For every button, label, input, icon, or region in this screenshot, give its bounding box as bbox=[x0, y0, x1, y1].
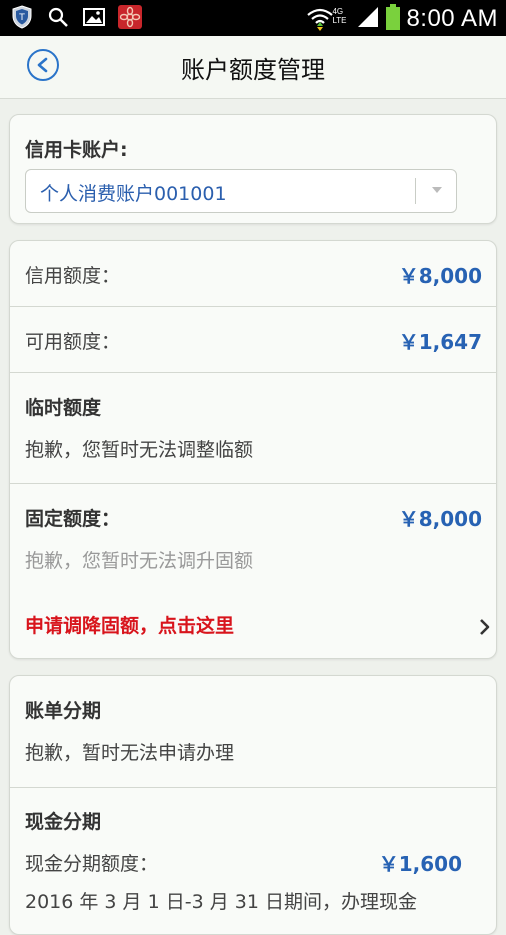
status-bar: T 4G LTE 8:00 AM bbox=[0, 0, 506, 36]
fixed-limit-label: 固定额度： bbox=[25, 508, 121, 530]
app-header: 账户额度管理 bbox=[0, 36, 506, 99]
cash-installment-title: 现金分期 bbox=[25, 811, 102, 833]
signal-icon bbox=[356, 5, 380, 33]
fixed-limit-value: ￥8,000 bbox=[398, 507, 482, 531]
account-card: 信用卡账户: 个人消费账户001001 bbox=[9, 114, 497, 224]
limits-card: 信用额度： ￥8,000 可用额度： ￥1,647 临时额度 抱歉，您暂时无法调… bbox=[9, 240, 497, 659]
divider bbox=[10, 306, 496, 307]
dropdown-arrow-icon bbox=[432, 187, 442, 193]
credit-limit-label: 信用额度： bbox=[25, 265, 121, 287]
divider bbox=[10, 372, 496, 373]
available-limit-label: 可用额度： bbox=[25, 331, 121, 353]
account-label: 信用卡账户: bbox=[25, 139, 128, 161]
credit-limit-value: ￥8,000 bbox=[398, 264, 482, 288]
account-select-value: 个人消费账户001001 bbox=[40, 183, 227, 205]
temp-limit-title: 临时额度 bbox=[25, 397, 102, 419]
clock: 8:00 AM bbox=[406, 5, 498, 32]
bill-installment-title: 账单分期 bbox=[25, 700, 102, 722]
select-divider bbox=[415, 178, 416, 204]
image-icon bbox=[82, 5, 106, 29]
cash-installment-limit-value: ￥1,600 bbox=[378, 852, 462, 876]
battery-icon bbox=[386, 4, 401, 34]
temp-limit-message: 抱歉，您暂时无法调整临额 bbox=[25, 439, 254, 461]
page-title: 账户额度管理 bbox=[181, 56, 325, 84]
shield-icon: T bbox=[10, 5, 34, 29]
chevron-right-icon bbox=[480, 619, 490, 635]
search-icon bbox=[46, 5, 70, 29]
cash-installment-note: 2016 年 3 月 1 日-3 月 31 日期间，办理现金 bbox=[25, 891, 417, 913]
available-limit-value: ￥1,647 bbox=[398, 330, 482, 354]
wifi-lte-icon: 4G LTE bbox=[306, 5, 350, 33]
fixed-limit-message: 抱歉，您暂时无法调升固额 bbox=[25, 550, 254, 572]
account-select[interactable]: 个人消费账户001001 bbox=[25, 169, 457, 213]
divider bbox=[10, 483, 496, 484]
cash-installment-limit-label: 现金分期额度： bbox=[25, 853, 159, 875]
installment-card: 账单分期 抱歉，暂时无法申请办理 现金分期 现金分期额度： ￥1,600 201… bbox=[9, 675, 497, 935]
app-flower-icon bbox=[118, 5, 142, 29]
svg-text:T: T bbox=[18, 13, 25, 23]
reduce-limit-link[interactable]: 申请调降固额，点击这里 bbox=[25, 611, 234, 638]
reduce-limit-link-row[interactable]: 申请调降固额，点击这里 bbox=[10, 597, 496, 647]
divider bbox=[10, 787, 496, 788]
bill-installment-message: 抱歉，暂时无法申请办理 bbox=[25, 742, 235, 764]
network-type: 4G LTE bbox=[332, 7, 347, 25]
